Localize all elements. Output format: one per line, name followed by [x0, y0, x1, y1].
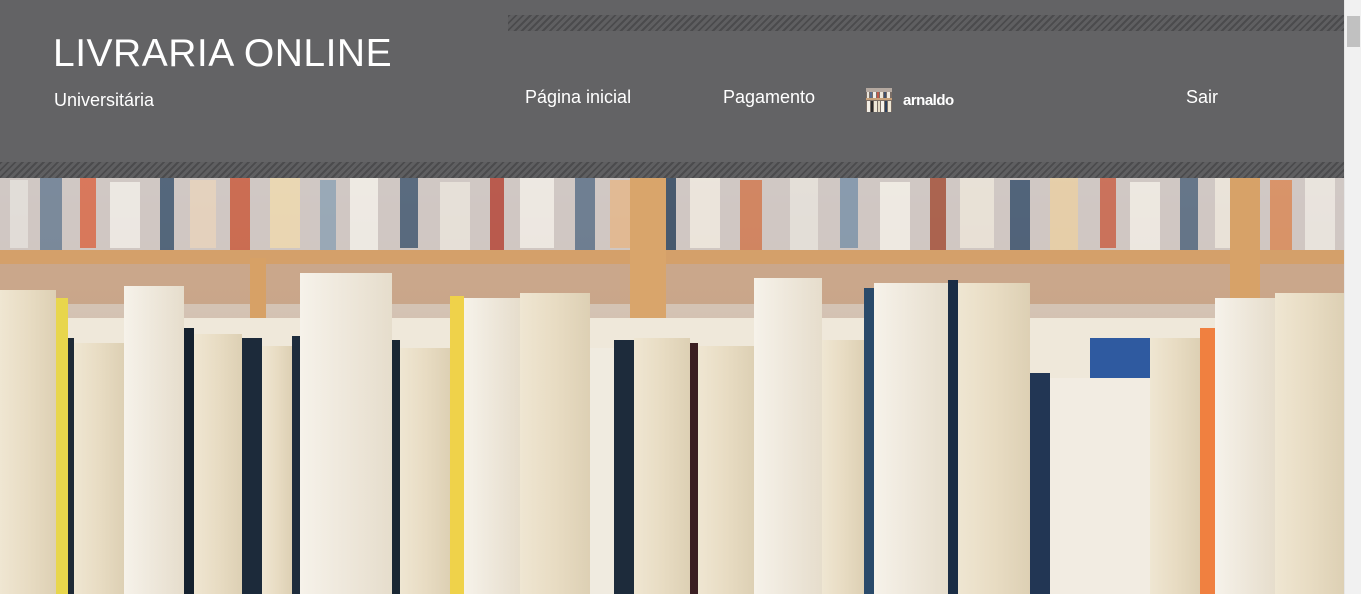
- vertical-scrollbar[interactable]: [1344, 0, 1361, 594]
- nav-home-link[interactable]: Página inicial: [525, 87, 631, 108]
- header-top-stripe: [508, 15, 1344, 31]
- hero-bookshelf-image: [0, 178, 1344, 594]
- header-bottom-stripe: [0, 162, 1344, 178]
- user-profile[interactable]: arnaldo: [866, 88, 954, 112]
- site-header: LIVRARIA ONLINE Universitária Página ini…: [0, 0, 1344, 178]
- scrollbar-thumb[interactable]: [1347, 16, 1360, 47]
- bookshelf-avatar-icon: [866, 88, 892, 112]
- site-subtitle: Universitária: [54, 90, 155, 110]
- user-name: arnaldo: [903, 91, 954, 109]
- page: LIVRARIA ONLINE Universitária Página ini…: [0, 0, 1344, 594]
- nav-payment-link[interactable]: Pagamento: [723, 87, 815, 108]
- logout-link[interactable]: Sair: [1186, 87, 1218, 108]
- site-title: LIVRARIA ONLINE: [53, 32, 393, 75]
